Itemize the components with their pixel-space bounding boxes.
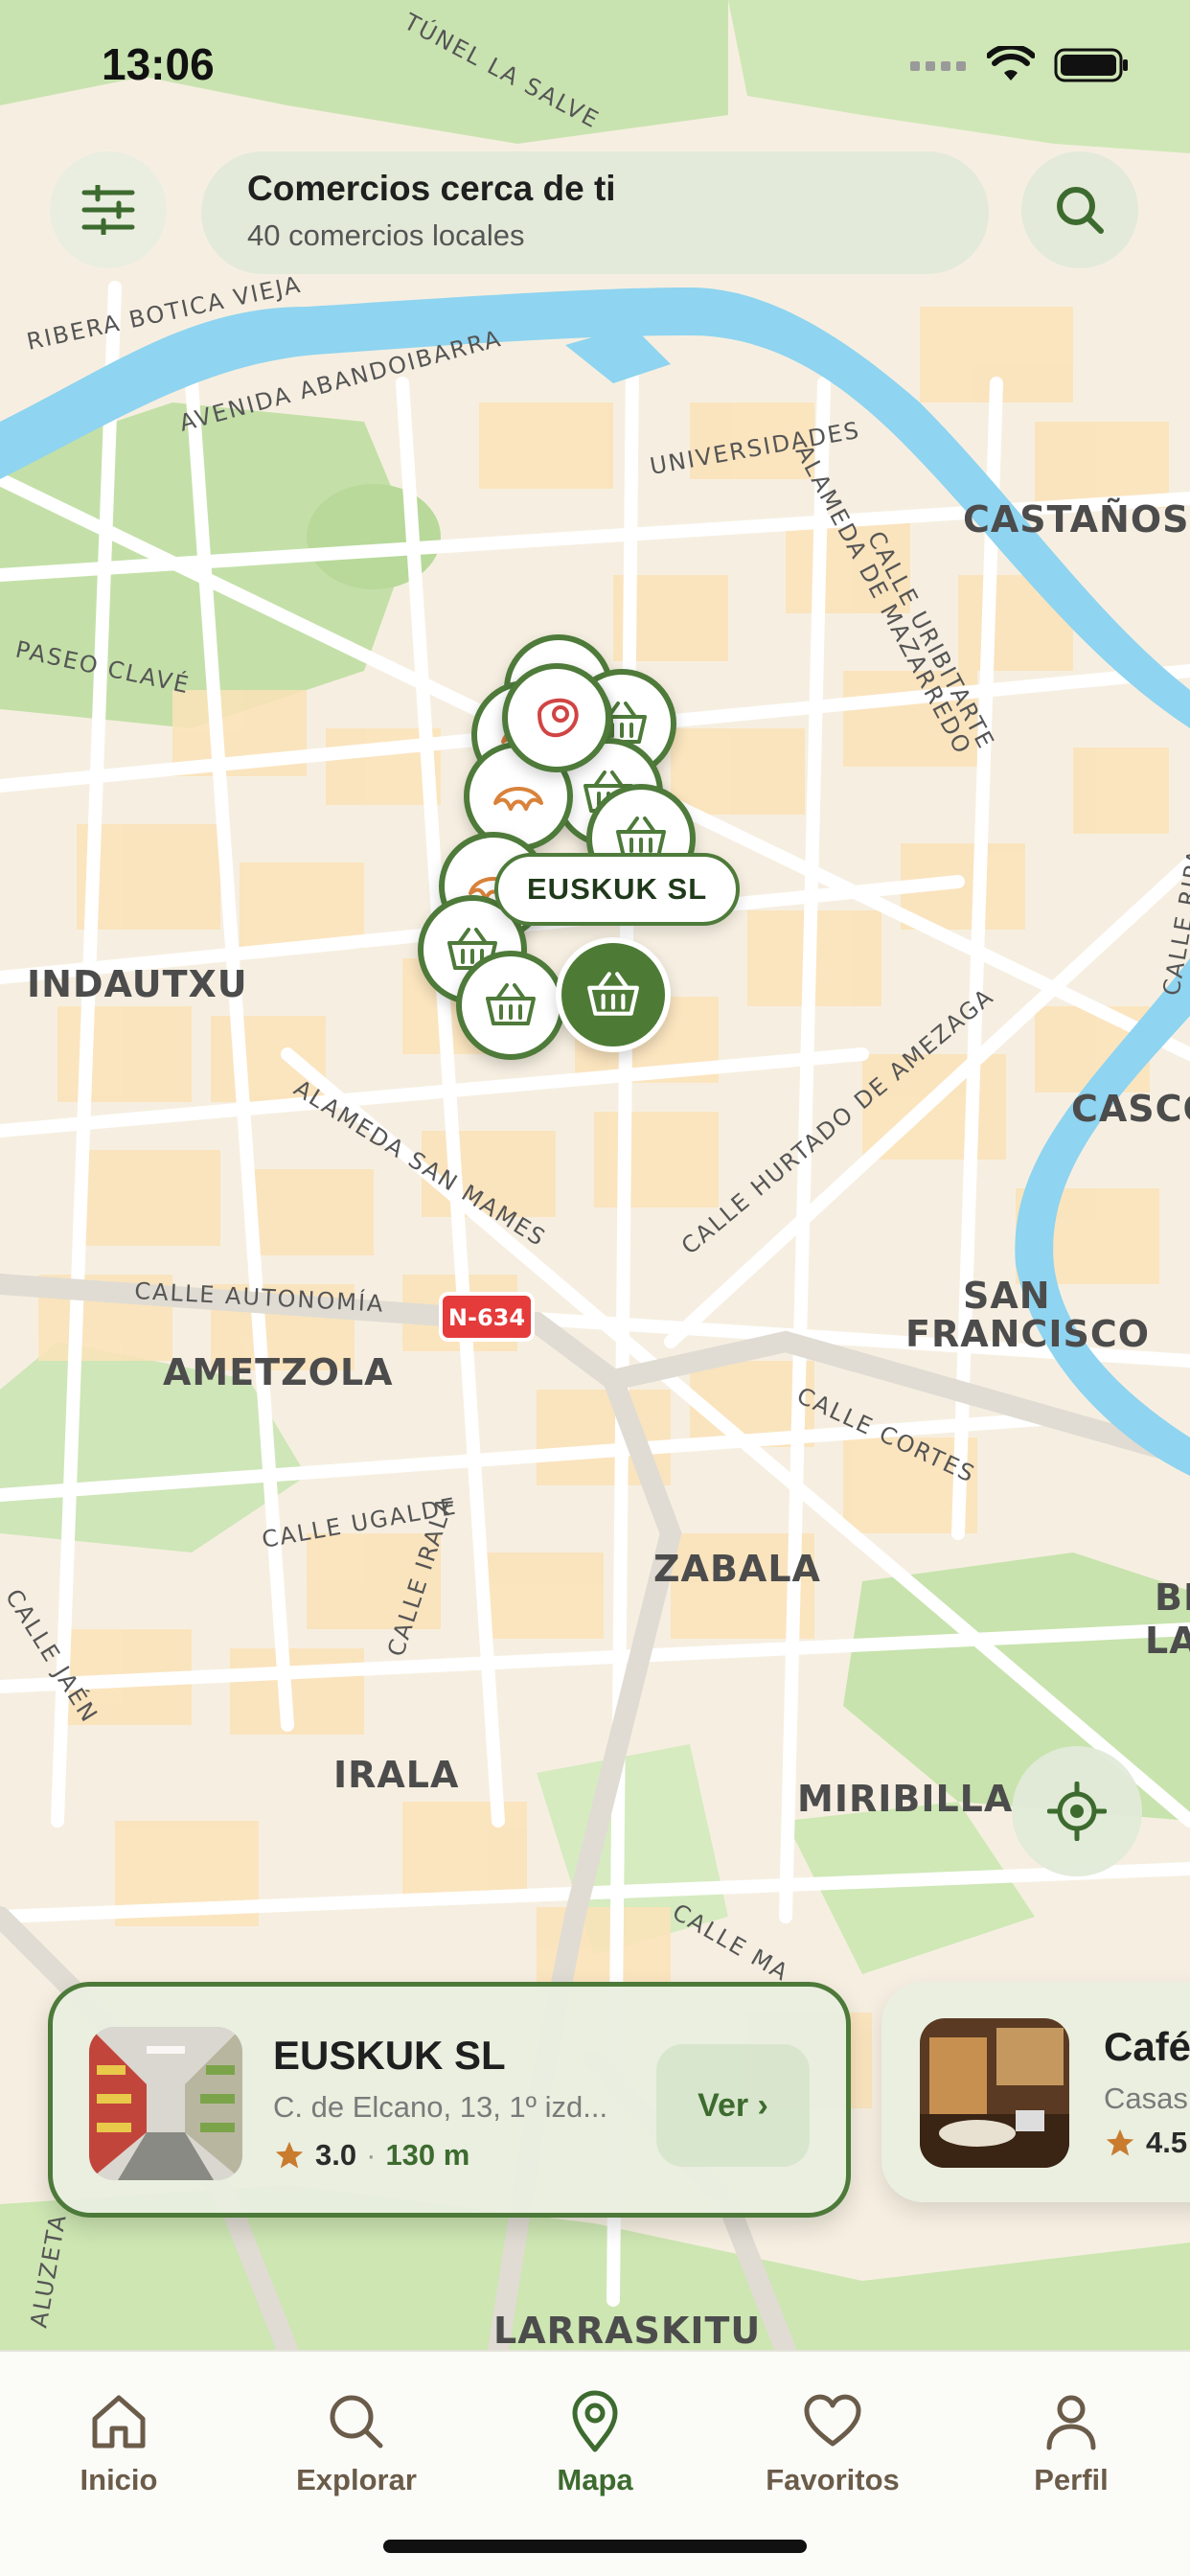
search-icon	[330, 2395, 383, 2449]
district-label: MIRIBILLA	[797, 1778, 1013, 1820]
store-card[interactable]: Café Casas 4.5	[881, 1982, 1190, 2202]
tab-inicio[interactable]: Inicio	[0, 2390, 238, 2497]
person-icon	[1046, 2395, 1096, 2450]
search-button[interactable]	[1021, 151, 1138, 268]
tab-explorar[interactable]: Explorar	[238, 2390, 475, 2497]
store-rating: 3.0	[315, 2138, 357, 2172]
district-label: CASTAÑOS	[963, 498, 1190, 540]
location-header[interactable]: Comercios cerca de ti 40 comercios local…	[201, 151, 989, 274]
tab-perfil[interactable]: Perfil	[952, 2390, 1190, 2497]
home-icon	[92, 2395, 146, 2449]
district-label: LARRASKITU	[493, 2310, 761, 2352]
battery-icon	[1054, 48, 1128, 82]
marker-label[interactable]: EUSKUK SL	[494, 853, 741, 926]
store-distance: 130 m	[385, 2138, 470, 2172]
status-icons	[910, 46, 1131, 84]
tab-label: Inicio	[80, 2463, 158, 2496]
district-label: ZABALA	[653, 1548, 821, 1590]
district-label: IRALA	[333, 1754, 459, 1796]
basket-icon	[486, 983, 536, 1025]
store-address: Casas	[1104, 2082, 1188, 2115]
tab-label: Explorar	[296, 2463, 417, 2496]
locate-me-button[interactable]	[1012, 1746, 1142, 1876]
district-label: AMETZOLA	[163, 1351, 394, 1393]
tab-mapa[interactable]: Mapa	[476, 2390, 714, 2497]
header-title: Comercios cerca de ti	[247, 169, 616, 208]
wifi-icon	[987, 46, 1035, 80]
district-label: CASCO	[1071, 1088, 1190, 1130]
star-icon	[275, 2141, 304, 2169]
basket-icon	[587, 972, 639, 1016]
selected-store-marker[interactable]	[556, 937, 671, 1052]
store-name: EUSKUK SL	[273, 2033, 506, 2078]
district-label: LA	[1145, 1620, 1190, 1662]
meat-icon	[537, 698, 579, 738]
status-time: 13:06	[102, 39, 215, 89]
store-name: Café	[1104, 2024, 1190, 2069]
tab-label: Perfil	[1034, 2463, 1109, 2496]
signal-icon	[910, 61, 966, 71]
tab-label: Favoritos	[766, 2463, 900, 2496]
district-label: INDAUTXU	[27, 963, 248, 1005]
sliders-icon	[81, 185, 135, 235]
heart-icon	[804, 2394, 861, 2447]
header-subtitle: 40 comercios locales	[247, 218, 525, 252]
separator-dot: ·	[366, 2138, 377, 2172]
home-indicator[interactable]	[383, 2540, 807, 2553]
store-card[interactable]: EUSKUK SL C. de Elcano, 13, 1º izd... 3.…	[48, 1982, 851, 2218]
star-icon	[1106, 2128, 1134, 2156]
tab-favoritos[interactable]: Favoritos	[714, 2390, 951, 2497]
store-thumbnail	[89, 2027, 242, 2180]
district-label: BI	[1155, 1576, 1190, 1619]
svg-text:N-634: N-634	[448, 1304, 525, 1331]
map-pin-icon	[572, 2390, 618, 2452]
district-label: SAN	[963, 1275, 1051, 1317]
search-icon	[1057, 187, 1104, 234]
road-badge: N-634	[439, 1292, 535, 1342]
view-store-button[interactable]: Ver ›	[656, 2044, 810, 2167]
store-meta: 4.5	[1104, 2126, 1187, 2160]
store-thumbnail	[920, 2018, 1069, 2168]
filter-button[interactable]	[50, 151, 167, 268]
store-meta: 3.0 · 130 m	[273, 2138, 469, 2173]
store-marker[interactable]	[456, 951, 565, 1060]
crosshair-icon	[1047, 1782, 1107, 1841]
croissant-icon	[493, 787, 543, 811]
district-label: FRANCISCO	[905, 1313, 1150, 1355]
store-marker[interactable]	[502, 663, 611, 772]
store-rating: 4.5	[1146, 2126, 1188, 2159]
tab-label: Mapa	[557, 2463, 633, 2496]
store-address: C. de Elcano, 13, 1º izd...	[273, 2090, 608, 2124]
